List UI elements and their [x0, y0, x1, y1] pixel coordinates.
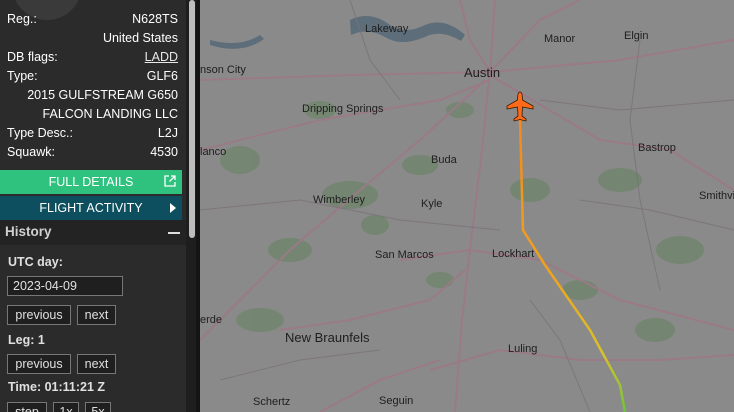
- sidebar: Reg.: N628TS United States DB flags: LAD…: [0, 0, 186, 412]
- history-header[interactable]: History: [0, 220, 186, 245]
- utc-day-label: UTC day:: [8, 255, 63, 269]
- reg-label: Reg.:: [7, 12, 37, 26]
- label-wimberley: Wimberley: [313, 194, 365, 206]
- history-title: History: [5, 224, 52, 239]
- flight-activity-button[interactable]: FLIGHT ACTIVITY: [0, 196, 182, 220]
- label-bastrop: Bastrop: [638, 142, 676, 154]
- label-schertz: Schertz: [253, 396, 290, 408]
- full-details-button[interactable]: FULL DETAILS: [0, 170, 182, 194]
- squawk-value: 4530: [150, 145, 178, 159]
- info-country: United States: [0, 29, 186, 48]
- leg-next-button[interactable]: next: [77, 354, 116, 374]
- info-reg: Reg.: N628TS: [0, 10, 186, 29]
- step-button[interactable]: step: [7, 402, 47, 412]
- country-value: United States: [102, 31, 178, 45]
- label-lockhart: Lockhart: [492, 248, 534, 260]
- map-canvas: Lakeway Manor Elgin nson City Austin Dri…: [200, 0, 734, 412]
- info-db-flags: DB flags: LADD: [0, 48, 186, 67]
- speed-1x-button[interactable]: 1x: [53, 402, 79, 412]
- label-new-braunfels: New Braunfels: [285, 330, 370, 345]
- owner-value: FALCON LANDING LLC: [42, 107, 178, 121]
- label-kyle: Kyle: [421, 198, 442, 210]
- info-owner: FALCON LANDING LLC: [0, 105, 186, 124]
- external-link-icon: [164, 175, 176, 187]
- label-manor: Manor: [544, 33, 576, 45]
- label-smithville: Smithvi: [699, 190, 734, 202]
- label-boerne: erde: [200, 314, 222, 326]
- day-next-button[interactable]: next: [77, 305, 116, 325]
- label-blanco: lanco: [200, 146, 226, 158]
- type-value: GLF6: [146, 69, 178, 83]
- caret-right-icon: [170, 203, 176, 213]
- info-squawk: Squawk: 4530: [0, 143, 186, 162]
- label-san-marcos: San Marcos: [375, 249, 434, 261]
- label-johnson-city: nson City: [200, 64, 246, 76]
- label-elgin: Elgin: [624, 30, 648, 42]
- model-value: 2015 GULFSTREAM G650: [27, 88, 178, 102]
- type-label: Type:: [7, 69, 38, 83]
- info-type-desc: Type Desc.: L2J: [0, 124, 186, 143]
- type-desc-value: L2J: [157, 126, 178, 140]
- full-details-label: FULL DETAILS: [48, 175, 134, 189]
- squawk-label: Squawk:: [7, 145, 55, 159]
- leg-previous-button[interactable]: previous: [7, 354, 71, 374]
- label-seguin: Seguin: [379, 395, 413, 407]
- map-view[interactable]: Lakeway Manor Elgin nson City Austin Dri…: [200, 0, 734, 412]
- speed-5x-button[interactable]: 5x: [85, 402, 111, 412]
- db-flags-link[interactable]: LADD: [145, 48, 178, 67]
- day-previous-button[interactable]: previous: [7, 305, 71, 325]
- label-austin: Austin: [464, 65, 500, 80]
- label-dripping-springs: Dripping Springs: [302, 103, 384, 115]
- reg-value: N628TS: [132, 12, 178, 26]
- utc-day-input[interactable]: 2023-04-09: [7, 276, 123, 296]
- type-desc-label: Type Desc.:: [7, 126, 73, 140]
- sidebar-scrollbar-thumb[interactable]: [189, 0, 195, 238]
- flight-activity-label: FLIGHT ACTIVITY: [39, 201, 143, 215]
- info-model: 2015 GULFSTREAM G650: [0, 86, 186, 105]
- collapse-icon[interactable]: [168, 232, 180, 234]
- time-label: Time: 01:11:21 Z: [8, 380, 106, 394]
- label-lakeway: Lakeway: [365, 23, 409, 35]
- label-luling: Luling: [508, 343, 537, 355]
- db-flags-label: DB flags:: [7, 50, 58, 64]
- leg-label: Leg: 1: [8, 333, 45, 347]
- info-type: Type: GLF6: [0, 67, 186, 86]
- label-buda: Buda: [431, 154, 458, 166]
